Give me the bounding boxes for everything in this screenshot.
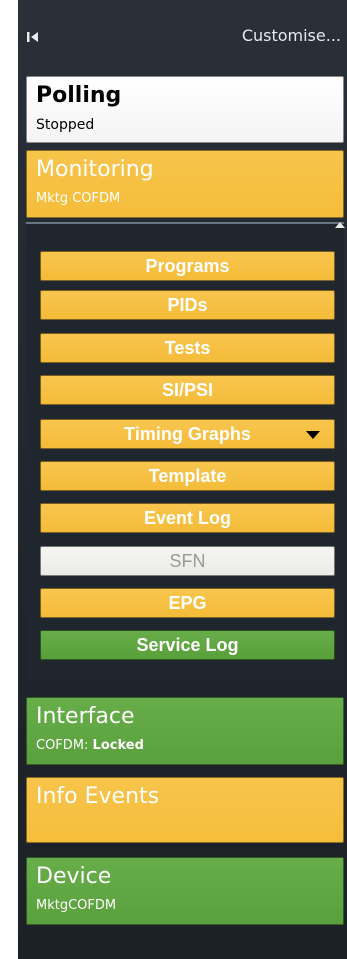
sidebar-panel: Customise... Polling Stopped Monitoring …	[18, 0, 347, 959]
device-title: Device	[36, 864, 112, 889]
polling-status: Stopped	[36, 117, 95, 133]
device-section[interactable]: Device MktgCOFDM	[26, 857, 344, 925]
monitoring-subtitle: Mktg COFDM	[36, 191, 121, 206]
sfn-button: SFN	[40, 546, 335, 576]
timing-graphs-button[interactable]: Timing Graphs	[40, 419, 335, 449]
collapse-left-icon[interactable]	[26, 30, 40, 44]
monitoring-section[interactable]: Monitoring Mktg COFDM	[26, 150, 344, 218]
polling-section[interactable]: Polling Stopped	[26, 76, 344, 143]
programs-button[interactable]: Programs	[40, 251, 335, 281]
interface-section[interactable]: Interface COFDM: Locked	[26, 697, 344, 765]
pids-button[interactable]: PIDs	[40, 290, 335, 320]
chevron-down-icon[interactable]	[306, 431, 320, 439]
polling-title: Polling	[36, 83, 122, 108]
panel-header: Customise...	[18, 0, 347, 80]
monitoring-title: Monitoring	[36, 157, 154, 182]
epg-button[interactable]: EPG	[40, 588, 335, 618]
event-log-button[interactable]: Event Log	[40, 503, 335, 533]
scroll-up-icon[interactable]	[335, 222, 345, 228]
info-events-section[interactable]: Info Events	[26, 777, 344, 843]
interface-title: Interface	[36, 704, 135, 729]
customise-link[interactable]: Customise...	[242, 26, 341, 45]
info-events-title: Info Events	[36, 784, 160, 809]
interface-status: COFDM: Locked	[36, 738, 144, 753]
device-subtitle: MktgCOFDM	[36, 898, 117, 913]
si-psi-button[interactable]: SI/PSI	[40, 375, 335, 405]
template-button[interactable]: Template	[40, 461, 335, 491]
tests-button[interactable]: Tests	[40, 333, 335, 363]
service-log-button[interactable]: Service Log	[40, 630, 335, 660]
